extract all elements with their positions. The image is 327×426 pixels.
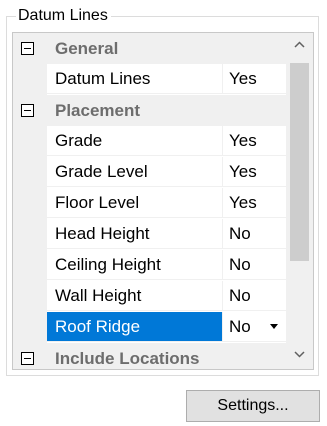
dropdown-arrow-icon[interactable]: [270, 324, 278, 329]
property-value[interactable]: Yes: [223, 157, 286, 187]
property-row-head-height[interactable]: Head Height No: [13, 219, 286, 250]
row-gutter: [13, 188, 47, 219]
vertical-scrollbar[interactable]: [286, 33, 313, 369]
row-gutter: [13, 219, 47, 250]
chevron-down-icon: [294, 351, 305, 358]
scroll-down-button[interactable]: [286, 343, 313, 369]
category-label: General: [55, 39, 119, 58]
property-name[interactable]: Wall Height: [47, 281, 223, 311]
category-label: Include Locations: [55, 349, 200, 368]
property-row-floor-level[interactable]: Floor Level Yes: [13, 188, 286, 219]
property-row-wall-height[interactable]: Wall Height No: [13, 281, 286, 312]
row-gutter: [13, 157, 47, 188]
property-name[interactable]: Datum Lines: [47, 64, 223, 94]
property-row-ceiling-height[interactable]: Ceiling Height No: [13, 250, 286, 281]
property-grid[interactable]: General Datum Lines Yes Placement Grade …: [12, 32, 314, 370]
collapse-minus-icon[interactable]: [21, 42, 34, 55]
property-name[interactable]: Ceiling Height: [47, 250, 223, 280]
property-value[interactable]: No: [223, 219, 286, 249]
datum-lines-panel: Datum Lines General Datum Lines Yes Plac…: [0, 0, 327, 426]
category-placement[interactable]: Placement: [13, 95, 286, 126]
property-value[interactable]: No: [223, 250, 286, 280]
row-gutter: [13, 126, 47, 157]
settings-button[interactable]: Settings...: [186, 390, 320, 422]
property-name[interactable]: Grade Level: [47, 157, 223, 187]
property-rows: General Datum Lines Yes Placement Grade …: [13, 33, 286, 369]
property-value[interactable]: No: [223, 281, 286, 311]
row-gutter: [13, 250, 47, 281]
chevron-up-icon: [294, 41, 305, 48]
property-name-selected[interactable]: Roof Ridge: [47, 312, 223, 342]
row-gutter: [13, 64, 47, 95]
scroll-up-button[interactable]: [286, 33, 313, 59]
property-value[interactable]: Yes: [223, 64, 286, 94]
property-name[interactable]: Floor Level: [47, 188, 223, 218]
category-include-locations[interactable]: Include Locations: [13, 343, 286, 369]
row-gutter: [13, 312, 47, 343]
category-general[interactable]: General: [13, 33, 286, 64]
collapse-minus-icon[interactable]: [21, 104, 34, 117]
property-name[interactable]: Head Height: [47, 219, 223, 249]
collapse-minus-icon[interactable]: [21, 352, 34, 365]
property-row-grade-level[interactable]: Grade Level Yes: [13, 157, 286, 188]
property-name[interactable]: Grade: [47, 126, 223, 156]
property-row-roof-ridge[interactable]: Roof Ridge No: [13, 312, 286, 343]
scroll-thumb[interactable]: [290, 63, 309, 261]
property-row-grade[interactable]: Grade Yes: [13, 126, 286, 157]
row-gutter: [13, 281, 47, 312]
property-value-text: No: [229, 317, 251, 336]
property-value[interactable]: Yes: [223, 126, 286, 156]
property-value-dropdown[interactable]: No: [223, 312, 286, 342]
category-label: Placement: [55, 101, 141, 120]
property-value[interactable]: Yes: [223, 188, 286, 218]
property-row-datum-lines[interactable]: Datum Lines Yes: [13, 64, 286, 95]
group-title: Datum Lines: [16, 7, 111, 25]
